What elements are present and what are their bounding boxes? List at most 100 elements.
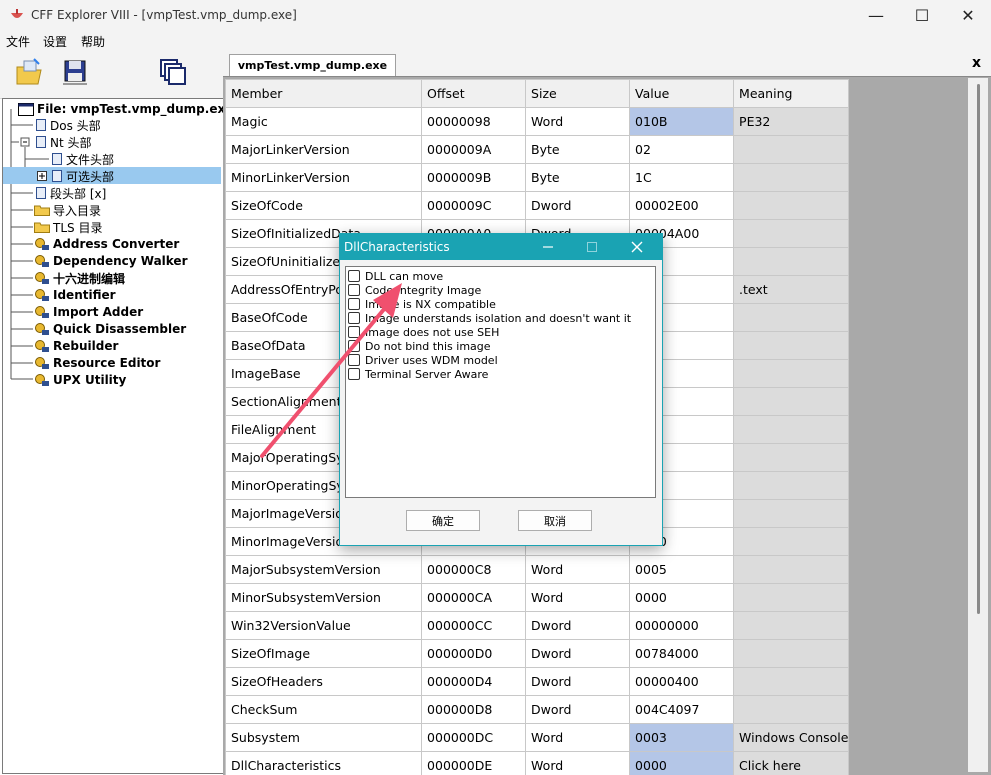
- checkbox-icon[interactable]: [348, 368, 360, 380]
- checkbox-icon[interactable]: [348, 298, 360, 310]
- cell-value[interactable]: 00000000: [630, 612, 734, 640]
- cell-meaning[interactable]: .text: [734, 276, 849, 304]
- cell-meaning[interactable]: Click here: [734, 752, 849, 775]
- cell-member[interactable]: Magic: [226, 108, 422, 136]
- cell-offset[interactable]: 0000009A: [422, 136, 526, 164]
- cell-size[interactable]: Word: [526, 584, 630, 612]
- grid-header-size[interactable]: Size: [526, 80, 630, 108]
- checkbox-option[interactable]: Image is NX compatible: [348, 297, 496, 311]
- cell-meaning[interactable]: [734, 584, 849, 612]
- cell-value[interactable]: 00002E00: [630, 192, 734, 220]
- checkbox-option[interactable]: DLL can move: [348, 269, 443, 283]
- cell-value[interactable]: 1C: [630, 164, 734, 192]
- tree-item-rebuilder[interactable]: Rebuilder: [34, 338, 118, 354]
- tree-item-section-headers[interactable]: 段头部 [x]: [35, 185, 106, 201]
- cell-offset[interactable]: 000000D0: [422, 640, 526, 668]
- ok-button[interactable]: 确定: [406, 510, 480, 531]
- cell-meaning[interactable]: [734, 248, 849, 276]
- table-row[interactable]: Win32VersionValue000000CCDword00000000: [226, 612, 849, 640]
- cell-meaning[interactable]: [734, 164, 849, 192]
- tree-item-nt-header[interactable]: Nt 头部: [35, 134, 92, 150]
- cell-value[interactable]: 00784000: [630, 640, 734, 668]
- grid-header-value[interactable]: Value: [630, 80, 734, 108]
- cell-meaning[interactable]: [734, 444, 849, 472]
- cell-size[interactable]: Byte: [526, 164, 630, 192]
- table-row[interactable]: MajorSubsystemVersion000000C8Word0005: [226, 556, 849, 584]
- table-row[interactable]: MajorLinkerVersion0000009AByte02: [226, 136, 849, 164]
- checkbox-option[interactable]: Do not bind this image: [348, 339, 491, 353]
- cell-value[interactable]: 0000: [630, 584, 734, 612]
- menu-settings[interactable]: 设置: [43, 33, 67, 50]
- cell-meaning[interactable]: [734, 192, 849, 220]
- table-row[interactable]: Magic00000098Word010BPE32: [226, 108, 849, 136]
- cell-offset[interactable]: 00000098: [422, 108, 526, 136]
- cell-member[interactable]: CheckSum: [226, 696, 422, 724]
- grid-header-member[interactable]: Member: [226, 80, 422, 108]
- grid-header-meaning[interactable]: Meaning: [734, 80, 849, 108]
- tree-item-file-header[interactable]: 文件头部: [51, 151, 114, 167]
- save-icon[interactable]: [60, 57, 90, 87]
- tree-item-hex-editor[interactable]: 十六进制编辑: [34, 270, 125, 286]
- dialog-close-button[interactable]: [619, 234, 655, 260]
- tree-item-dos-header[interactable]: Dos 头部: [35, 117, 101, 133]
- tree-item-optional-header[interactable]: 可选头部: [37, 168, 114, 184]
- grid-header-offset[interactable]: Offset: [422, 80, 526, 108]
- menu-help[interactable]: 帮助: [81, 33, 105, 50]
- table-row[interactable]: MinorSubsystemVersion000000CAWord0000: [226, 584, 849, 612]
- cell-member[interactable]: MajorLinkerVersion: [226, 136, 422, 164]
- checkbox-option[interactable]: Image understands isolation and doesn't …: [348, 311, 631, 325]
- checkbox-option[interactable]: Terminal Server Aware: [348, 367, 488, 381]
- cell-meaning[interactable]: [734, 472, 849, 500]
- maximize-button[interactable]: ☐: [899, 0, 945, 30]
- cell-size[interactable]: Dword: [526, 192, 630, 220]
- minimize-button[interactable]: —: [853, 0, 899, 30]
- checkbox-icon[interactable]: [348, 312, 360, 324]
- cell-member[interactable]: DllCharacteristics: [226, 752, 422, 775]
- checkbox-icon[interactable]: [348, 326, 360, 338]
- cell-value[interactable]: 02: [630, 136, 734, 164]
- cell-size[interactable]: Dword: [526, 696, 630, 724]
- checkbox-icon[interactable]: [348, 354, 360, 366]
- cell-size[interactable]: Word: [526, 556, 630, 584]
- cell-offset[interactable]: 0000009B: [422, 164, 526, 192]
- cell-member[interactable]: MinorSubsystemVersion: [226, 584, 422, 612]
- checkbox-icon[interactable]: [348, 284, 360, 296]
- cell-value[interactable]: 00000400: [630, 668, 734, 696]
- table-row[interactable]: MinorLinkerVersion0000009BByte1C: [226, 164, 849, 192]
- cell-meaning[interactable]: [734, 220, 849, 248]
- tree-item-identifier[interactable]: Identifier: [34, 287, 116, 303]
- cell-member[interactable]: SizeOfImage: [226, 640, 422, 668]
- cell-meaning[interactable]: [734, 612, 849, 640]
- cell-member[interactable]: SizeOfHeaders: [226, 668, 422, 696]
- cell-size[interactable]: Word: [526, 724, 630, 752]
- tree-item-resource-editor[interactable]: Resource Editor: [34, 355, 160, 371]
- tree-item-import-directory[interactable]: 导入目录: [34, 202, 101, 218]
- tree-item-root-file[interactable]: File: vmpTest.vmp_dump.exe: [18, 101, 233, 117]
- cell-meaning[interactable]: PE32: [734, 108, 849, 136]
- cell-member[interactable]: Win32VersionValue: [226, 612, 422, 640]
- tree-item-address-converter[interactable]: Address Converter: [34, 236, 179, 252]
- windows-icon[interactable]: [158, 57, 188, 87]
- cell-offset[interactable]: 000000C8: [422, 556, 526, 584]
- table-row[interactable]: DllCharacteristics000000DEWord0000Click …: [226, 752, 849, 775]
- table-row[interactable]: Subsystem000000DCWord0003Windows Console: [226, 724, 849, 752]
- dialog-minimize-button[interactable]: [530, 234, 566, 260]
- cell-meaning[interactable]: [734, 696, 849, 724]
- cell-size[interactable]: Word: [526, 752, 630, 775]
- tree-item-dependency-walker[interactable]: Dependency Walker: [34, 253, 188, 269]
- cell-meaning[interactable]: [734, 360, 849, 388]
- tab-vmptest[interactable]: vmpTest.vmp_dump.exe: [229, 54, 396, 76]
- cell-offset[interactable]: 000000D8: [422, 696, 526, 724]
- cell-member[interactable]: SizeOfCode: [226, 192, 422, 220]
- checkbox-option[interactable]: Code Integrity Image: [348, 283, 481, 297]
- cell-meaning[interactable]: [734, 332, 849, 360]
- cell-value[interactable]: 0003: [630, 724, 734, 752]
- cell-meaning[interactable]: Windows Console: [734, 724, 849, 752]
- tree-item-quick-disassembler[interactable]: Quick Disassembler: [34, 321, 186, 337]
- cell-offset[interactable]: 000000DC: [422, 724, 526, 752]
- open-file-icon[interactable]: [14, 57, 44, 87]
- cell-meaning[interactable]: [734, 136, 849, 164]
- cell-meaning[interactable]: [734, 640, 849, 668]
- cell-offset[interactable]: 000000CC: [422, 612, 526, 640]
- dialog-maximize-button[interactable]: [574, 234, 610, 260]
